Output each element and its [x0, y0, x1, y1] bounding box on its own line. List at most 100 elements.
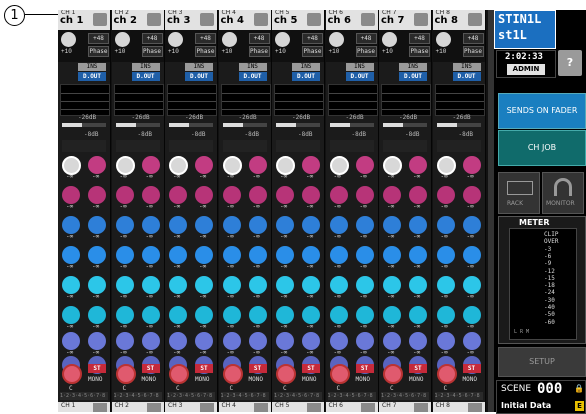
insert-button[interactable]: INS: [399, 63, 427, 71]
bus-assign[interactable]: 1·2·3·4·5·6·7·8: [167, 392, 215, 400]
stereo-button[interactable]: ST: [88, 364, 106, 373]
send-knob[interactable]: [115, 216, 134, 234]
send-knob[interactable]: [462, 186, 481, 204]
send-knob[interactable]: [409, 216, 427, 234]
send-knob[interactable]: [141, 216, 160, 234]
direct-out-button[interactable]: D.OUT: [78, 72, 106, 81]
send-knob[interactable]: [141, 332, 160, 350]
insert-button[interactable]: INS: [185, 63, 213, 71]
send-knob[interactable]: [409, 332, 427, 350]
send-knob[interactable]: [88, 156, 106, 174]
phase-button[interactable]: Phase: [88, 46, 109, 57]
channel-footer[interactable]: CH 4: [218, 402, 271, 412]
send-knob[interactable]: [169, 332, 187, 350]
send-knob[interactable]: [462, 332, 481, 350]
gain-knob[interactable]: [275, 32, 290, 47]
phantom-button[interactable]: +48: [355, 33, 377, 44]
send-knob[interactable]: [115, 246, 134, 264]
phantom-button[interactable]: +48: [88, 33, 109, 44]
gain-knob[interactable]: [221, 32, 237, 47]
send-knob[interactable]: [195, 332, 213, 350]
send-knob[interactable]: [248, 246, 267, 264]
dynamics-graph[interactable]: [113, 84, 164, 116]
gain-knob[interactable]: [328, 32, 344, 47]
send-knob[interactable]: [462, 156, 481, 174]
phantom-button[interactable]: +48: [141, 33, 163, 44]
send-knob[interactable]: [248, 276, 267, 294]
send-knob[interactable]: [222, 186, 241, 204]
pan-knob[interactable]: [169, 364, 189, 384]
gate-bar[interactable]: [222, 123, 267, 127]
send-knob[interactable]: [248, 332, 267, 350]
head-amp[interactable]: +10 +48 Phase: [325, 30, 378, 62]
send-knob[interactable]: [409, 156, 427, 174]
send-knob[interactable]: [88, 332, 106, 350]
bus-assign[interactable]: 1·2·3·4·5·6·7·8: [327, 392, 376, 400]
send-knob[interactable]: [141, 156, 160, 174]
setup-button[interactable]: SETUP: [498, 347, 586, 377]
send-knob[interactable]: [222, 332, 241, 350]
send-knob[interactable]: [62, 276, 80, 294]
dynamics-graph[interactable]: [167, 84, 217, 116]
gate-bar[interactable]: [115, 123, 160, 127]
send-knob[interactable]: [329, 306, 348, 324]
head-amp[interactable]: +10 +48 Phase: [379, 30, 431, 62]
dynamics-graph[interactable]: [274, 84, 324, 116]
send-knob[interactable]: [462, 216, 481, 234]
channel-footer[interactable]: CH 8: [432, 402, 485, 412]
bus-assign[interactable]: 1·2·3·4·5·6·7·8: [381, 392, 429, 400]
channel-strip[interactable]: CH 7 ch 7 +10 +48 Phase INS D.OUT -26dB -8dB -∞ -∞…: [379, 10, 432, 412]
send-knob[interactable]: [409, 186, 427, 204]
channel-footer[interactable]: CH 2: [111, 402, 164, 412]
phantom-button[interactable]: +48: [248, 33, 270, 44]
send-knob[interactable]: [302, 246, 320, 264]
send-knob[interactable]: [248, 156, 267, 174]
send-knob[interactable]: [436, 276, 455, 294]
pan-knob[interactable]: [329, 364, 350, 384]
head-amp[interactable]: +10 +48 Phase: [272, 30, 324, 62]
send-knob[interactable]: [62, 216, 80, 234]
stereo-button[interactable]: ST: [141, 364, 160, 373]
send-knob[interactable]: [302, 276, 320, 294]
phase-button[interactable]: Phase: [409, 46, 430, 57]
send-knob[interactable]: [302, 156, 320, 174]
direct-out-button[interactable]: D.OUT: [345, 72, 374, 81]
send-knob[interactable]: [302, 332, 320, 350]
dynamics-graph[interactable]: [327, 84, 378, 116]
mono-button[interactable]: MONO: [463, 376, 477, 383]
channel-strip[interactable]: CH 5 ch 5 +10 +48 Phase INS D.OUT -26dB -8dB -∞ -∞…: [272, 10, 325, 412]
insert-button[interactable]: INS: [131, 63, 160, 71]
send-knob[interactable]: [169, 216, 187, 234]
insert-button[interactable]: INS: [238, 63, 267, 71]
send-knob[interactable]: [115, 186, 134, 204]
phase-button[interactable]: Phase: [462, 46, 484, 57]
insert-button[interactable]: INS: [345, 63, 374, 71]
dynamics-graph[interactable]: [60, 84, 110, 116]
send-knob[interactable]: [195, 276, 213, 294]
send-knob[interactable]: [462, 246, 481, 264]
phantom-button[interactable]: +48: [195, 33, 216, 44]
send-knob[interactable]: [222, 306, 241, 324]
direct-out-button[interactable]: D.OUT: [452, 72, 481, 81]
send-knob[interactable]: [115, 332, 134, 350]
send-knob[interactable]: [355, 246, 374, 264]
stereo-button[interactable]: ST: [409, 364, 427, 373]
dynamics-graph[interactable]: [434, 84, 485, 116]
gate-bar[interactable]: [383, 123, 427, 127]
help-button[interactable]: ?: [558, 50, 582, 76]
send-knob[interactable]: [355, 306, 374, 324]
send-knob[interactable]: [355, 216, 374, 234]
send-knob[interactable]: [88, 216, 106, 234]
send-knob[interactable]: [195, 216, 213, 234]
phase-button[interactable]: Phase: [248, 46, 270, 57]
sends-on-fader-button[interactable]: SENDS ON FADER: [498, 93, 586, 129]
send-knob[interactable]: [276, 332, 294, 350]
channel-header[interactable]: CH 4 ch 4: [218, 10, 271, 30]
send-knob[interactable]: [409, 246, 427, 264]
send-knob[interactable]: [88, 246, 106, 264]
send-knob[interactable]: [88, 306, 106, 324]
send-knob[interactable]: [355, 186, 374, 204]
send-knob[interactable]: [409, 306, 427, 324]
insert-button[interactable]: INS: [292, 63, 320, 71]
send-knob[interactable]: [383, 186, 401, 204]
